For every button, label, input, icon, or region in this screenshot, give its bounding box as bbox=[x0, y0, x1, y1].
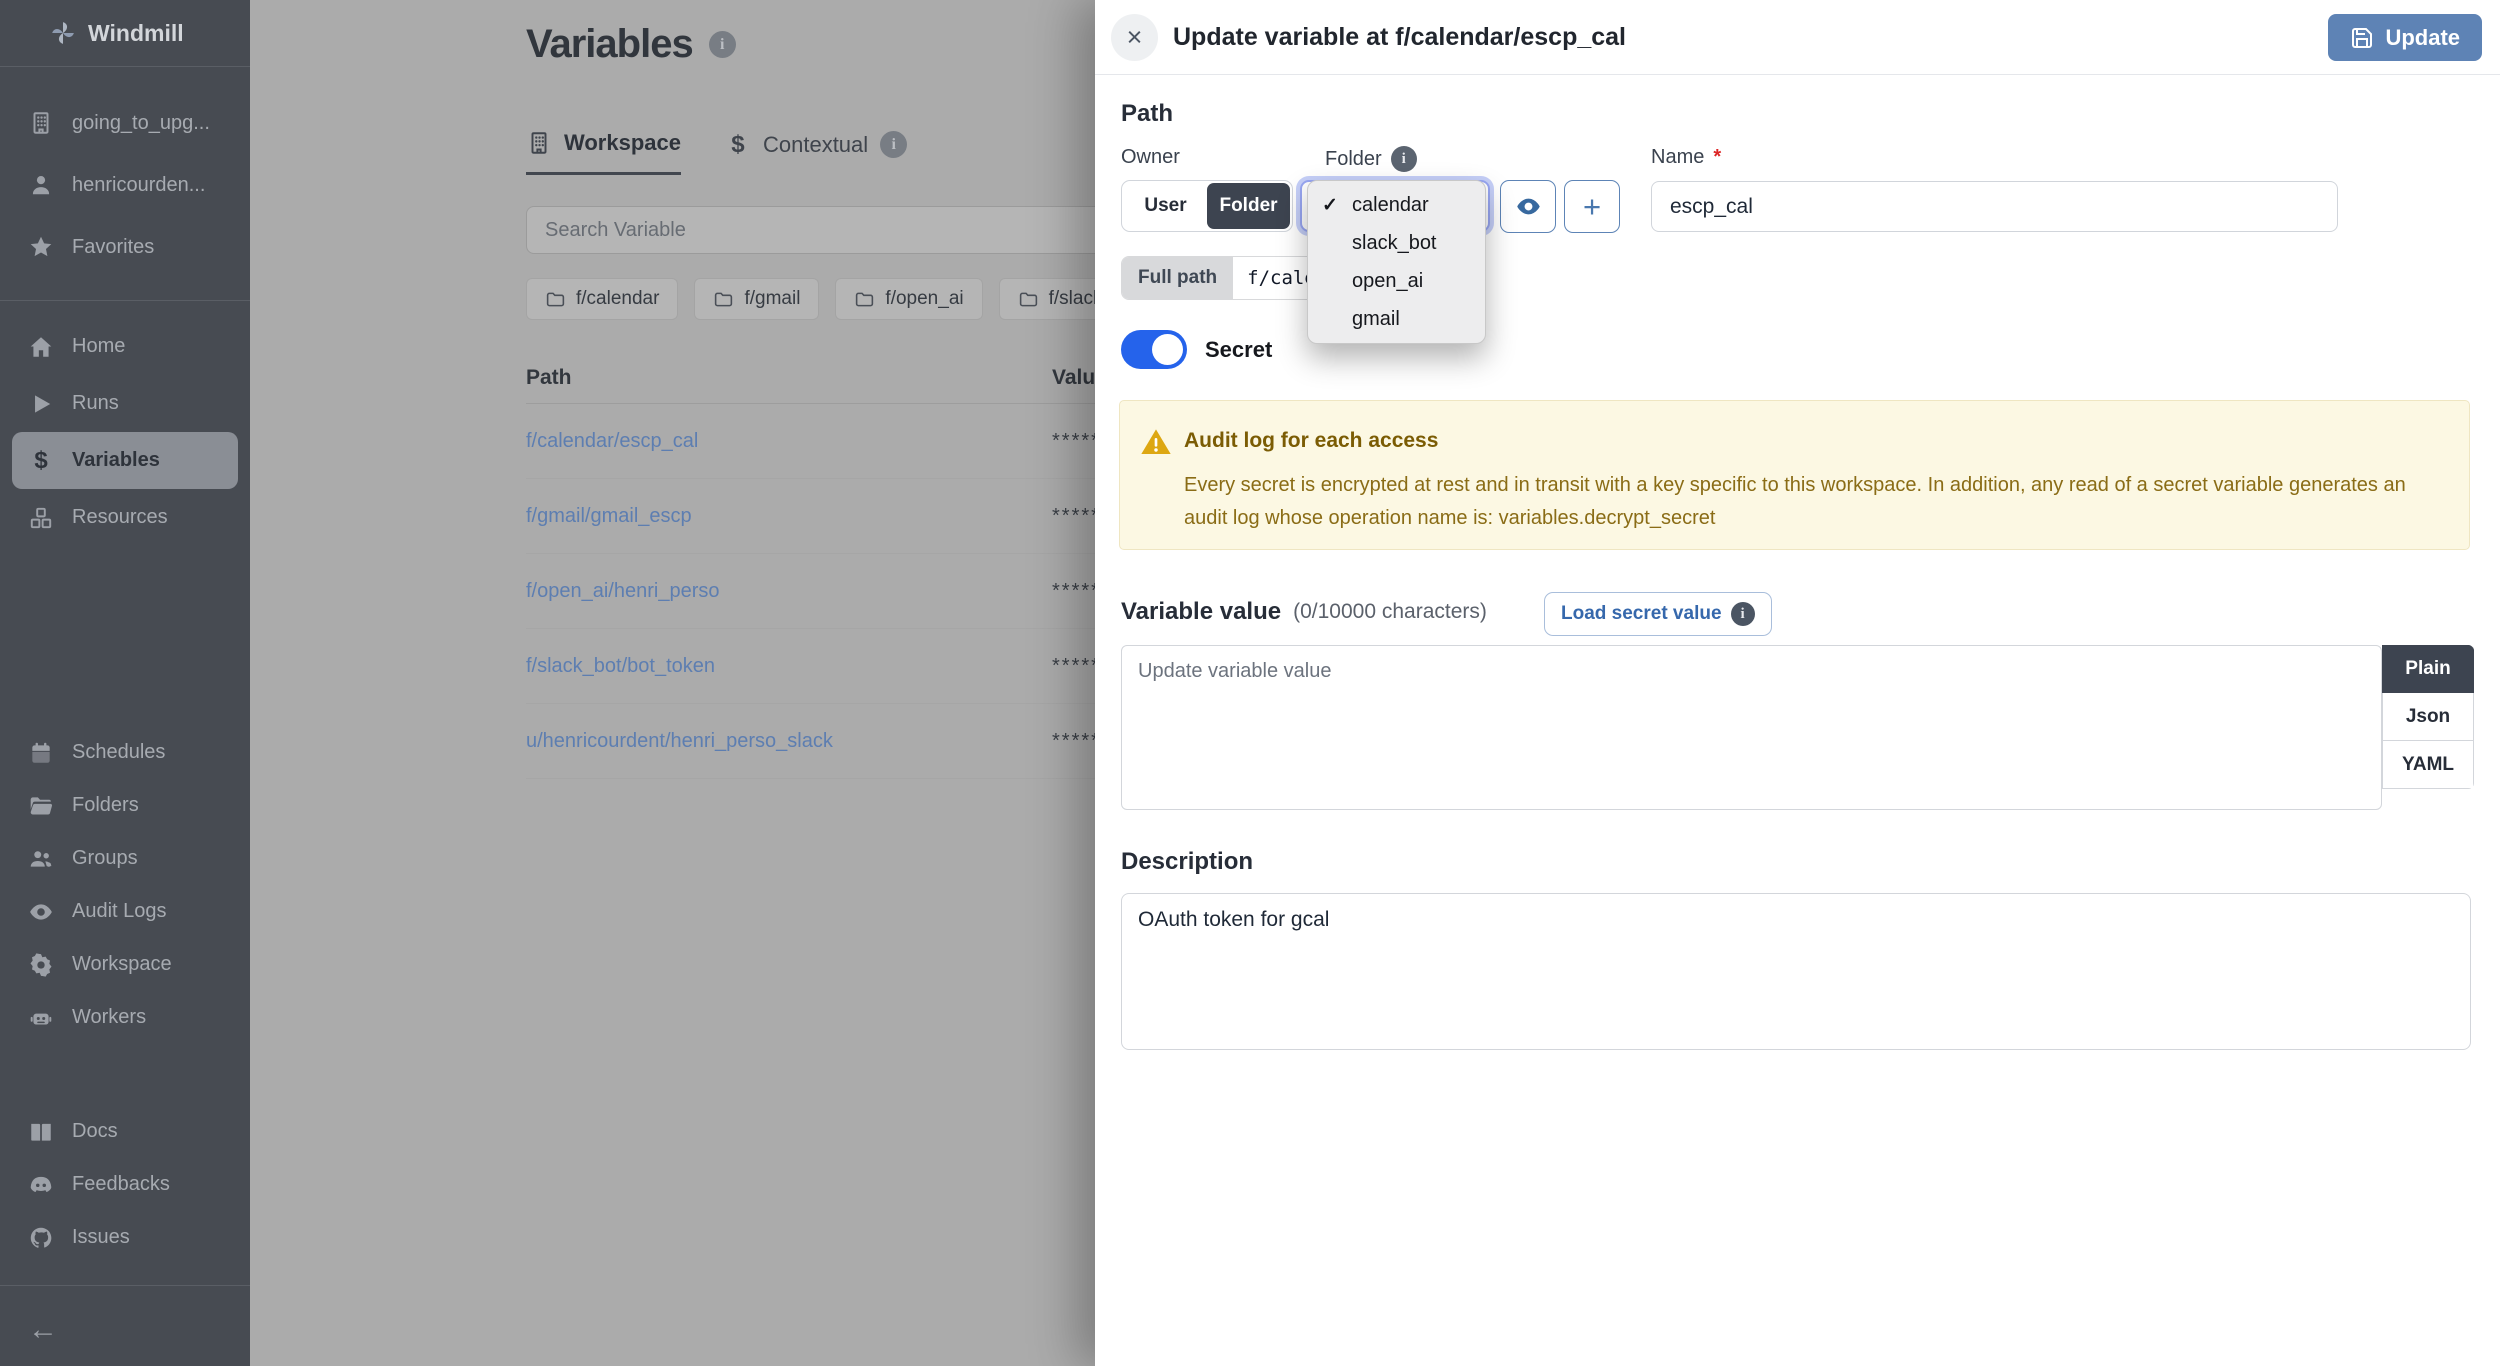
folder-option-slack-bot[interactable]: slack_bot bbox=[1308, 224, 1485, 262]
info-icon: i bbox=[1731, 602, 1755, 626]
owner-folder-button[interactable]: Folder bbox=[1207, 183, 1290, 229]
secret-toggle[interactable] bbox=[1121, 330, 1187, 369]
info-icon[interactable]: i bbox=[1391, 146, 1417, 172]
save-icon bbox=[2350, 26, 2374, 50]
warning-icon bbox=[1140, 426, 1172, 458]
description-heading: Description bbox=[1121, 848, 1253, 876]
update-button[interactable]: Update bbox=[2328, 14, 2482, 61]
warning-body: Every secret is encrypted at rest and in… bbox=[1184, 469, 2429, 535]
drawer-header: × Update variable at f/calendar/escp_cal… bbox=[1095, 0, 2500, 75]
variable-value-heading: Variable value bbox=[1121, 598, 1281, 626]
toggle-knob bbox=[1152, 334, 1183, 365]
variable-value-heading-row: Variable value (0/10000 characters) bbox=[1121, 598, 1487, 626]
owner-user-button[interactable]: User bbox=[1124, 183, 1207, 229]
update-button-label: Update bbox=[2385, 25, 2460, 51]
description-textarea[interactable]: OAuth token for gcal bbox=[1121, 893, 2471, 1050]
close-icon[interactable]: × bbox=[1111, 14, 1158, 61]
update-variable-drawer: × Update variable at f/calendar/escp_cal… bbox=[1095, 0, 2500, 1366]
folder-option-gmail[interactable]: gmail bbox=[1308, 300, 1485, 338]
folder-option-open-ai[interactable]: open_ai bbox=[1308, 262, 1485, 300]
format-tabs: Plain Json YAML bbox=[2382, 645, 2474, 789]
add-folder-button[interactable]: + bbox=[1564, 180, 1620, 233]
variable-value-textarea[interactable] bbox=[1121, 645, 2382, 810]
eye-icon bbox=[1515, 193, 1542, 220]
format-tab-yaml[interactable]: YAML bbox=[2382, 741, 2474, 789]
required-asterisk: * bbox=[1713, 146, 1721, 169]
drawer-overlay[interactable] bbox=[0, 0, 1095, 1366]
preview-path-button[interactable] bbox=[1500, 180, 1556, 233]
name-input[interactable] bbox=[1651, 181, 2338, 232]
plus-icon: + bbox=[1583, 189, 1601, 225]
format-tab-json[interactable]: Json bbox=[2382, 693, 2474, 741]
check-icon: ✓ bbox=[1322, 194, 1352, 217]
windmill-app: Windmill going_to_upg... henricourden...… bbox=[0, 0, 2500, 1366]
full-path-label: Full path bbox=[1122, 257, 1233, 299]
folder-option-calendar[interactable]: ✓ calendar bbox=[1308, 186, 1485, 224]
drawer-title: Update variable at f/calendar/escp_cal bbox=[1173, 23, 1626, 52]
format-tab-plain[interactable]: Plain bbox=[2382, 645, 2474, 693]
warning-title: Audit log for each access bbox=[1184, 429, 1438, 453]
folder-label: Folder i bbox=[1325, 146, 1417, 172]
name-label: Name * bbox=[1651, 146, 1721, 169]
owner-kind-toggle: User Folder bbox=[1121, 180, 1293, 232]
folder-dropdown-menu: ✓ calendar slack_bot open_ai gmail bbox=[1307, 180, 1486, 344]
path-section-heading: Path bbox=[1121, 100, 1173, 128]
owner-label: Owner bbox=[1121, 146, 1180, 169]
audit-log-warning: Audit log for each access Every secret i… bbox=[1119, 400, 2470, 550]
character-counter: (0/10000 characters) bbox=[1293, 600, 1487, 624]
secret-label: Secret bbox=[1205, 337, 1272, 363]
load-secret-value-button[interactable]: Load secret value i bbox=[1544, 592, 1772, 636]
